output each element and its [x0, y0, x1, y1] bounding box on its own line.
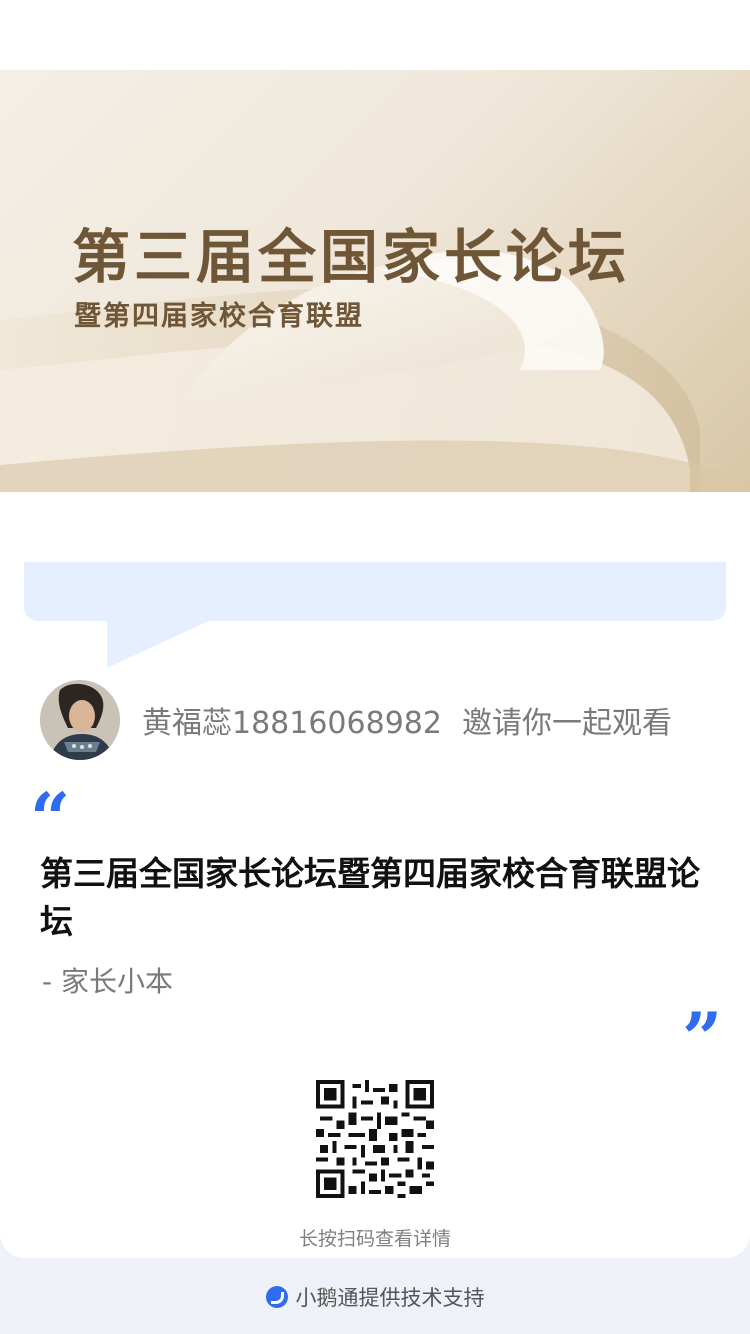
speech-bubble-tail — [107, 620, 211, 668]
avatar — [40, 680, 120, 760]
speech-bubble — [24, 562, 726, 621]
event-banner-image: 第三届全国家长论坛 暨第四届家校合育联盟 — [0, 70, 750, 492]
qr-hint-text: 长按扫码查看详情 — [298, 1228, 451, 1250]
course-title: 第三届全国家长论坛暨第四届家校合育联盟论坛 — [40, 854, 700, 941]
qr-code[interactable] — [316, 1080, 434, 1198]
close-quote-icon: ” — [682, 997, 723, 1080]
footer-text: 小鹅通提供技术支持 — [295, 1286, 485, 1310]
author-label: - 家长小本 — [42, 965, 174, 998]
xiaoetong-logo-icon — [265, 1286, 288, 1308]
avatar-portrait-icon — [40, 680, 120, 760]
open-quote-icon: “ — [30, 777, 71, 860]
invite-line: 黄福蕊18816068982 邀请你一起观看 — [142, 702, 672, 746]
invite-text: 邀请你一起观看 — [461, 706, 672, 741]
share-card: 第三届全国家长论坛 暨第四届家校合育联盟 黄福蕊18816068982 邀请你一起… — [0, 0, 750, 1258]
banner-title: 第三届全国家长论坛 — [72, 223, 631, 291]
inviter-name: 黄福蕊18816068982 — [142, 706, 442, 741]
banner-subtitle: 暨第四届家校合育联盟 — [74, 301, 364, 332]
footer-credit[interactable]: 小鹅通提供技术支持 — [0, 1280, 750, 1314]
